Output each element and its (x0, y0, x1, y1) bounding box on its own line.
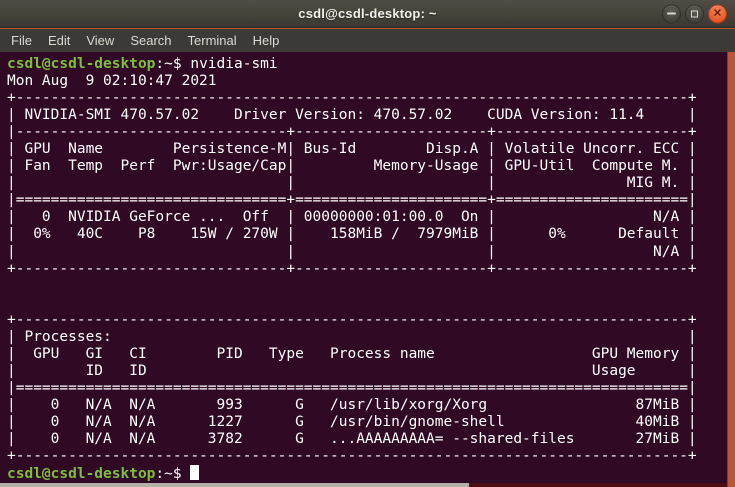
terminal-line: | | | MIG M. | (7, 175, 697, 192)
prompt-user-host: csdl@csdl-desktop (7, 56, 156, 72)
minimize-button[interactable] (662, 4, 681, 23)
menu-help[interactable]: Help (245, 29, 288, 52)
terminal-line: | 0 N/A N/A 993 G /usr/lib/xorg/Xorg 87M… (7, 396, 697, 413)
terminal-cursor (190, 465, 200, 481)
window-title: csdl@csdl-desktop: ~ (298, 6, 437, 21)
menu-terminal[interactable]: Terminal (180, 29, 245, 52)
terminal-line: | | | N/A | (7, 243, 697, 260)
terminal-line: |===============================+=======… (7, 192, 697, 209)
menu-bar: File Edit View Search Terminal Help (0, 29, 735, 52)
terminal-prompt-line: csdl@csdl-desktop:~$ (7, 465, 727, 483)
terminal-line: | GPU GI CI PID Type Process name GPU Me… (7, 345, 697, 362)
menu-search[interactable]: Search (122, 29, 179, 52)
menu-edit[interactable]: Edit (40, 29, 78, 52)
terminal-line: | 0% 40C P8 15W / 270W | 158MiB / 7979Mi… (7, 226, 697, 243)
desktop-bottom-red-strip (469, 483, 727, 487)
terminal-line: | GPU Name Persistence-M| Bus-Id Disp.A … (7, 141, 697, 158)
window-controls: ✕ (662, 4, 727, 23)
terminal-line: +---------------------------------------… (7, 311, 697, 328)
terminal-prompt-line: csdl@csdl-desktop:~$ nvidia-smi (7, 56, 727, 73)
maximize-icon (691, 10, 698, 17)
title-bar[interactable]: csdl@csdl-desktop: ~ ✕ (0, 0, 735, 28)
prompt-separator: : (155, 56, 165, 72)
prompt-separator: : (155, 466, 165, 483)
terminal-line: | Fan Temp Perf Pwr:Usage/Cap| Memory-Us… (7, 158, 697, 175)
desktop-right-strip (727, 52, 735, 487)
prompt-user-host: csdl@csdl-desktop (7, 466, 156, 483)
prompt-path: ~ (164, 466, 173, 483)
terminal-line: | 0 NVIDIA GeForce ... Off | 00000000:01… (7, 209, 697, 226)
prompt-path: ~ (164, 56, 173, 72)
terminal-line: | 0 N/A N/A 3782 G ...AAAAAAAAA= --share… (7, 431, 697, 448)
terminal-line: +---------------------------------------… (7, 448, 697, 465)
close-button[interactable]: ✕ (708, 4, 727, 23)
close-icon: ✕ (712, 7, 723, 19)
terminal-line: |=======================================… (7, 379, 697, 396)
desktop-bottom-gray-strip (0, 483, 469, 487)
terminal-line: | NVIDIA-SMI 470.57.02 Driver Version: 4… (7, 107, 697, 124)
terminal-line: | 0 N/A N/A 1227 G /usr/bin/gnome-shell … (7, 413, 697, 430)
terminal-line: |-------------------------------+-------… (7, 124, 697, 141)
menu-file[interactable]: File (3, 29, 40, 52)
screen: csdl@csdl-desktop: ~ ✕ File Edit View Se… (0, 0, 735, 487)
minimize-icon (667, 12, 676, 15)
prompt-dollar: $ (172, 466, 191, 483)
maximize-button[interactable] (685, 4, 704, 23)
terminal-output[interactable]: csdl@csdl-desktop:~$ nvidia-smi Mon Aug 9… (0, 52, 727, 483)
prompt-dollar: $ (172, 56, 191, 72)
prompt-command: nvidia-smi (190, 56, 278, 72)
terminal-line: | Processes: | (7, 328, 697, 345)
terminal-line: +-------------------------------+-------… (7, 260, 697, 277)
menu-view[interactable]: View (78, 29, 122, 52)
terminal-line: +---------------------------------------… (7, 90, 697, 107)
terminal-line: | ID ID Usage | (7, 362, 697, 379)
terminal-line: Mon Aug 9 02:10:47 2021 (7, 73, 278, 90)
